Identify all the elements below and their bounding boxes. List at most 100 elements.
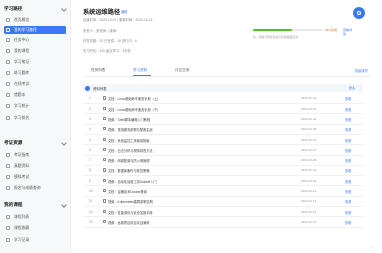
list-header: 资料列表 更多	[83, 84, 363, 92]
sidebar-item-label: 学习记录	[14, 237, 30, 242]
sidebar-item[interactable]: 课程列表	[4, 213, 66, 221]
row-date: 2023-10-05	[301, 127, 317, 132]
row-title[interactable]: 视频：运维项目综合实战演练	[108, 220, 149, 225]
row-number: 7	[89, 158, 91, 163]
sidebar-item[interactable]: 报名与成绩查询	[4, 184, 66, 192]
sidebar-item[interactable]: 练习题库	[4, 69, 66, 77]
row-view-link[interactable]: 查看	[345, 179, 351, 184]
row-date: 2023-10-06	[301, 137, 317, 142]
row-view-link[interactable]: 查看	[345, 168, 351, 173]
row-title[interactable]: 文档：容器技术Docker基础	[108, 189, 147, 194]
sidebar-item[interactable]: 我的课程	[4, 47, 66, 55]
document-icon	[103, 137, 107, 141]
sidebar-item-label: 学习笔记	[14, 59, 30, 64]
row-view-link[interactable]: 查看	[345, 189, 351, 194]
menu-icon	[6, 82, 10, 86]
row-title[interactable]: 文档：日志分析与故障排查方法	[108, 148, 153, 153]
menu-icon	[6, 38, 10, 42]
sidebar-item[interactable]: 考证指南	[4, 151, 66, 159]
row-view-link[interactable]: 查看	[345, 138, 351, 143]
progress-detail-link[interactable]: 查看详情	[343, 28, 353, 36]
menu-icon	[6, 60, 10, 64]
document-icon	[103, 106, 107, 110]
row-view-link[interactable]: 查看	[345, 158, 351, 163]
row-view-link[interactable]: 查看	[345, 220, 351, 225]
row-number: 6	[89, 147, 91, 152]
progress-panel: 56%完成 查看详情 注：完成全部任务后可获得路径证书	[253, 26, 353, 46]
row-number: 10	[89, 189, 93, 194]
document-icon	[103, 96, 107, 100]
row-view-link[interactable]: 查看	[345, 127, 351, 132]
progress-fill	[253, 29, 293, 32]
sidebar-group-title[interactable]: 我的课程	[4, 202, 22, 208]
menu-icon	[6, 18, 10, 22]
menu-icon	[6, 49, 10, 53]
meta-time: 创建时间：2023-10-01 | 更新时间：2023-10-15	[83, 18, 153, 22]
tab-bar: 任务列表 学习资料 讨论交流 批量操作	[83, 66, 370, 77]
row-title[interactable]: 文档：数据库备份与恢复策略	[108, 168, 149, 173]
row-title[interactable]: 视频：Shell脚本编程入门教程	[108, 117, 150, 122]
row-number: 12	[89, 209, 93, 214]
row-number: 8	[89, 168, 91, 173]
menu-icon	[6, 226, 10, 230]
row-view-link[interactable]: 查看	[345, 96, 351, 101]
menu-icon	[6, 215, 10, 219]
chevron-down-icon[interactable]	[61, 202, 67, 208]
sidebar-item[interactable]: 首页概览	[4, 16, 66, 24]
row-view-link[interactable]: 查看	[345, 199, 351, 204]
list-item: 13 视频：运维项目综合实战演练 2023-10-14 查看	[83, 217, 363, 228]
row-number: 3	[89, 116, 91, 121]
sidebar-item[interactable]: 错题本	[4, 91, 66, 99]
sidebar-item-label: 学习排名	[14, 115, 30, 120]
row-view-link[interactable]: 查看	[345, 107, 351, 112]
sidebar-group-title[interactable]: 考证资源	[4, 140, 22, 146]
row-date: 2023-10-03	[301, 106, 317, 111]
row-title[interactable]: 文档：系统监控工具使用指南	[108, 138, 149, 143]
sidebar-item[interactable]: 学习统计	[4, 102, 66, 110]
row-title[interactable]: 文档：Linux基础命令速查手册（上）	[108, 96, 160, 101]
sidebar-item[interactable]: 真题资料	[4, 162, 66, 170]
sidebar-item[interactable]: 我的学习路径	[4, 26, 66, 34]
sidebar-item[interactable]: 学习记录	[4, 236, 66, 244]
sidebar-item-label: 错题本	[14, 92, 26, 97]
row-title[interactable]: 文档：Linux基础命令速查手册（下）	[108, 107, 160, 112]
row-view-link[interactable]: 查看	[345, 148, 351, 153]
chevron-down-icon[interactable]	[61, 140, 67, 146]
batch-action-link[interactable]: 批量操作	[355, 68, 368, 73]
meta-tasks: 任务总数：32 已完成：18 进行中：6	[83, 39, 137, 43]
row-view-link[interactable]: 查看	[345, 117, 351, 122]
tab-discussion[interactable]: 讨论交流	[175, 68, 189, 73]
document-icon	[103, 178, 107, 182]
assistant-button[interactable]	[353, 7, 365, 19]
row-title[interactable]: 文档：性能调优与安全加固手册	[108, 210, 153, 215]
document-icon	[103, 199, 107, 203]
meta-study: 学习时长：42h 最近学习：3天前	[83, 49, 131, 53]
menu-icon	[6, 153, 10, 157]
main-content: 系统运维路径 编辑 创建时间：2023-10-01 | 更新时间：2023-10…	[75, 0, 370, 253]
sidebar-item-label: 首页概览	[14, 17, 30, 22]
sidebar-item[interactable]: 在线考试	[4, 80, 66, 88]
row-date: 2023-10-10	[301, 178, 317, 183]
sidebar-group-title[interactable]: 学习路径	[4, 6, 22, 12]
chevron-down-icon[interactable]	[61, 6, 67, 12]
tab-tasks[interactable]: 任务列表	[91, 68, 105, 73]
document-icon	[103, 147, 107, 152]
row-view-link[interactable]: 查看	[345, 210, 351, 215]
row-title[interactable]: 视频：自动化运维工具Ansible入门	[108, 179, 157, 184]
row-title[interactable]: 视频：常用服务部署与配置实战	[108, 127, 153, 132]
row-date: 2023-10-14	[301, 219, 317, 224]
sidebar-item[interactable]: 学习排名	[4, 114, 66, 122]
tab-materials[interactable]: 学习资料	[133, 68, 147, 73]
row-title[interactable]: 视频：Kubernetes集群部署实践	[108, 199, 153, 204]
menu-icon	[6, 164, 10, 168]
sidebar-item[interactable]: 课程收藏	[4, 224, 66, 232]
list-more-link[interactable]: 更多	[349, 86, 355, 90]
menu-icon	[6, 28, 10, 32]
menu-icon	[6, 93, 10, 97]
sidebar-item[interactable]: 模拟考试	[4, 173, 66, 181]
edit-link[interactable]: 编辑	[121, 9, 127, 14]
edge-arrow-icon[interactable]: ‹	[371, 244, 372, 249]
sidebar-item[interactable]: 任务中心	[4, 36, 66, 44]
row-title[interactable]: 视频：网络配置与防火墙管理	[108, 158, 149, 163]
sidebar-item[interactable]: 学习笔记	[4, 58, 66, 66]
